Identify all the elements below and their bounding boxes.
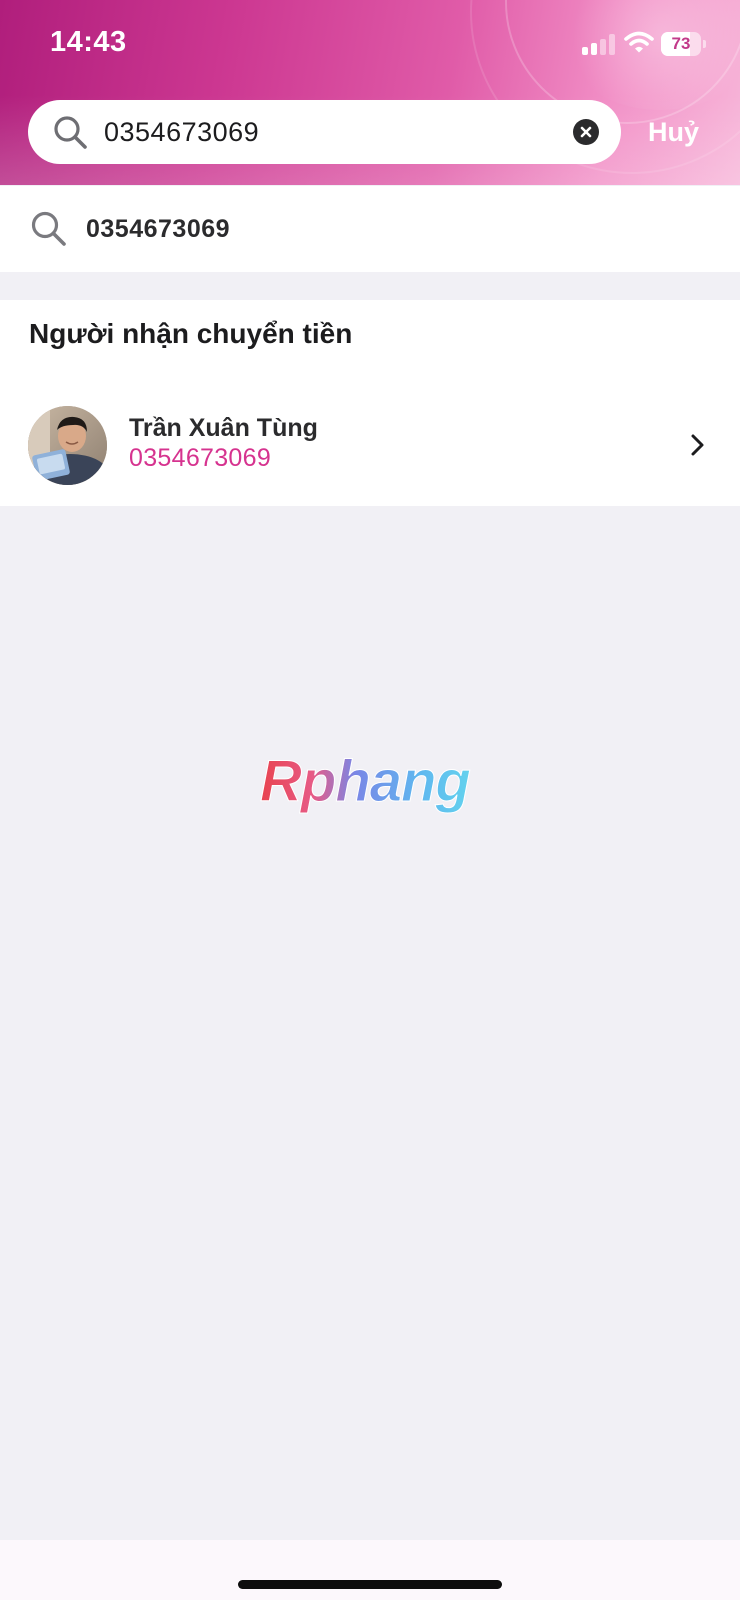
- recipient-row[interactable]: Trần Xuân Tùng 0354673069: [0, 400, 740, 490]
- watermark-logo: Rphang: [260, 757, 472, 815]
- suggestion-text: 0354673069: [86, 215, 231, 243]
- bottom-bar: [0, 1540, 740, 1600]
- status-time: 14:43: [50, 26, 127, 58]
- recipient-phone: 0354673069: [129, 444, 272, 472]
- battery-level: 73: [671, 34, 691, 53]
- search-value[interactable]: 0354673069: [104, 100, 259, 164]
- chevron-right-icon: [691, 434, 704, 456]
- header: 14:43 73 0354673069 Huỷ: [0, 0, 740, 185]
- clear-icon[interactable]: [573, 119, 599, 145]
- section-title: Người nhận chuyển tiền: [29, 318, 353, 349]
- home-indicator[interactable]: [238, 1580, 502, 1589]
- signal-icon: [582, 33, 616, 55]
- search-suggestion-row[interactable]: 0354673069: [0, 186, 740, 272]
- search-icon: [54, 116, 87, 149]
- recipients-section: Người nhận chuyển tiền Trần Xuân Tùng 03…: [0, 300, 740, 506]
- watermark-text: Rphang: [260, 757, 470, 814]
- cancel-button[interactable]: Huỷ: [648, 110, 699, 154]
- wifi-icon: [624, 31, 654, 53]
- recipient-name: Trần Xuân Tùng: [129, 414, 318, 442]
- avatar: [28, 406, 107, 485]
- search-input[interactable]: 0354673069: [28, 100, 621, 164]
- search-icon: [31, 211, 66, 246]
- battery-icon: 73: [661, 32, 706, 56]
